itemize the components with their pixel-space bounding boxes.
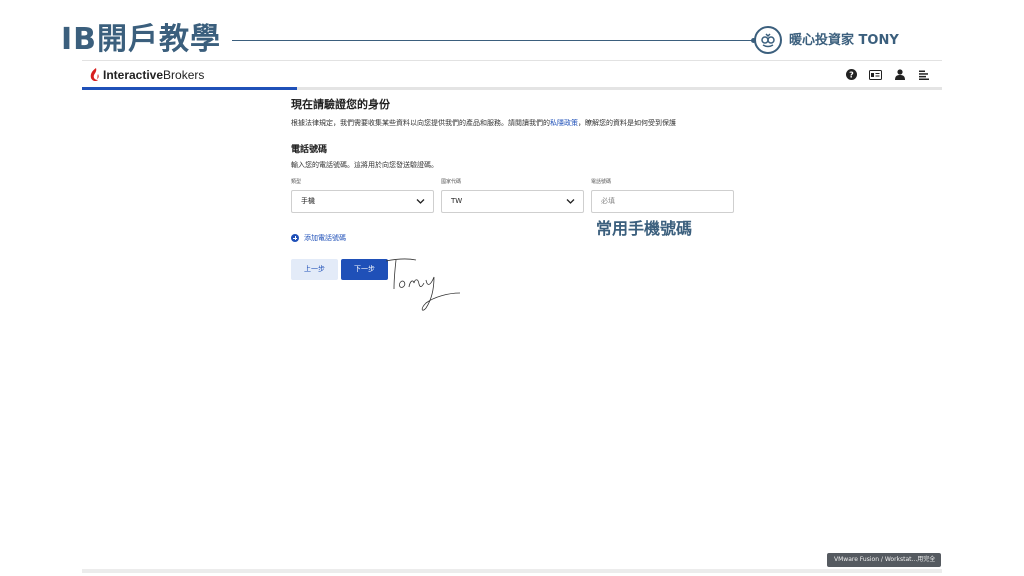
country-code-value: TW xyxy=(451,197,463,205)
ib-logo[interactable]: InteractiveBrokers xyxy=(90,67,204,83)
type-value: 手機 xyxy=(301,197,315,205)
slide-title: IB開戶教學 xyxy=(61,22,222,57)
user-icon[interactable] xyxy=(893,68,906,81)
privacy-policy-link[interactable]: 私隱政策 xyxy=(550,119,578,127)
section-title: 電話號碼 xyxy=(291,145,328,155)
progress-bar xyxy=(82,87,942,90)
progress-fill xyxy=(82,87,297,90)
country-code-label: 國家代碼 xyxy=(441,179,462,185)
page-heading: 現在請驗證您的身份 xyxy=(291,98,390,111)
menu-icon[interactable] xyxy=(917,68,930,81)
country-code-select[interactable]: TW xyxy=(441,190,584,213)
id-card-icon[interactable] xyxy=(869,68,882,81)
banner-divider xyxy=(232,38,756,43)
add-phone-label: 添加電話號碼 xyxy=(304,234,346,242)
header-icons: ? xyxy=(845,68,930,81)
type-label: 類型 xyxy=(291,179,302,185)
ib-header: InteractiveBrokers ? xyxy=(82,60,942,88)
add-phone-link[interactable]: 添加電話號碼 xyxy=(291,233,346,243)
back-button[interactable]: 上一步 xyxy=(291,259,338,280)
help-icon[interactable]: ? xyxy=(845,68,858,81)
chevron-down-icon xyxy=(416,199,425,204)
svg-text:?: ? xyxy=(849,70,854,79)
phone-number-input[interactable]: 必填 xyxy=(591,190,734,213)
ib-logo-regular: Brokers xyxy=(163,68,205,82)
brand-name: 暖心投資家 TONY xyxy=(789,33,899,48)
brand-logo-icon xyxy=(754,26,782,54)
page-description: 根據法律規定，我們需要收集某些資料以向您提供我們的產品和服務。請閱讀我們的私隱政… xyxy=(291,119,676,127)
plus-circle-icon xyxy=(291,234,299,242)
phone-number-label: 電話號碼 xyxy=(591,179,612,185)
handwritten-signature xyxy=(385,258,461,311)
annotation-text: 常用手機號碼 xyxy=(596,219,693,238)
section-description: 輸入您的電話號碼。這將用於向您發送驗證碼。 xyxy=(291,161,438,169)
taskbar-tooltip: VMware Fusion / Workstat...用完全 xyxy=(827,553,941,567)
bottom-bar xyxy=(82,569,942,573)
ib-flame-icon xyxy=(90,68,99,82)
type-select[interactable]: 手機 xyxy=(291,190,434,213)
chevron-down-icon xyxy=(566,199,575,204)
ib-logo-bold: Interactive xyxy=(103,68,164,82)
phone-number-placeholder: 必填 xyxy=(601,197,615,205)
next-button[interactable]: 下一步 xyxy=(341,259,388,280)
